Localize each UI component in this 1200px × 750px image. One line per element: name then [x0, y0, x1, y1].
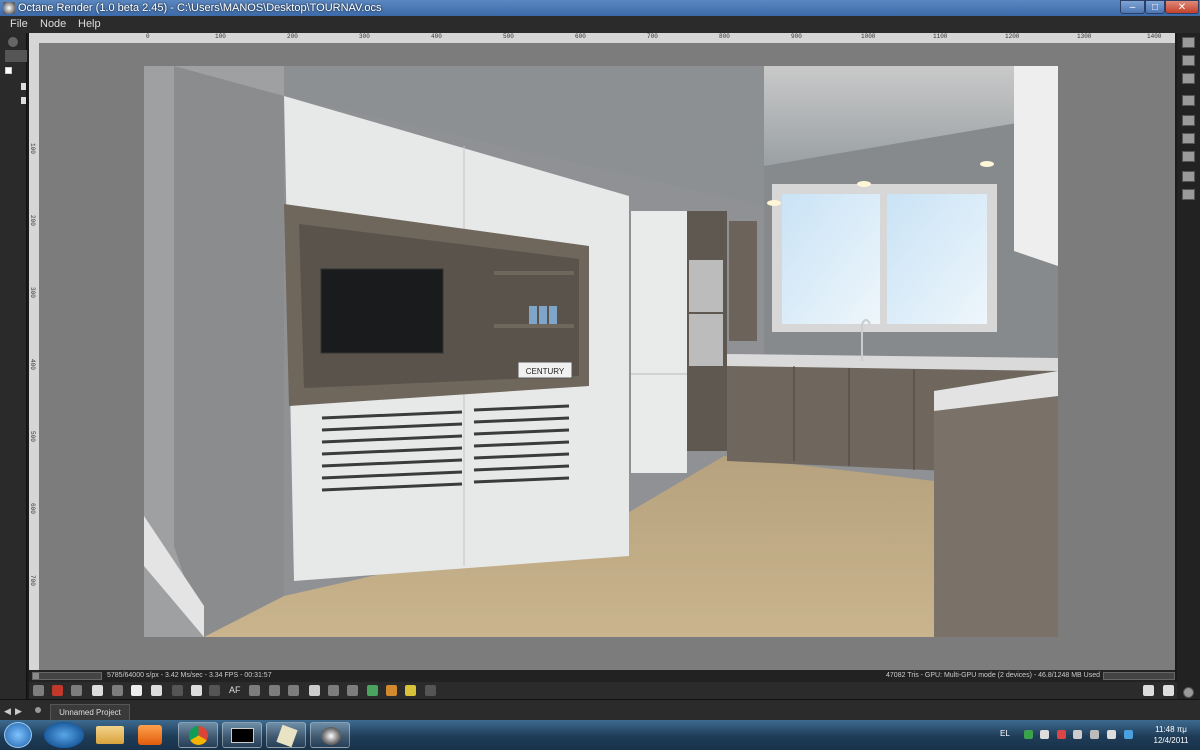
ruler-corner	[29, 33, 143, 43]
color-icon[interactable]	[1182, 115, 1195, 126]
focus-picker-icon[interactable]	[71, 685, 82, 696]
pause-icon[interactable]	[112, 685, 123, 696]
render-toolbar: AF	[29, 682, 1177, 699]
flag-icon[interactable]	[1057, 730, 1066, 739]
fullscreen-icon[interactable]	[1163, 685, 1174, 696]
checker-icon[interactable]	[328, 685, 339, 696]
octane-task[interactable]	[310, 722, 350, 748]
explorer-icon[interactable]	[96, 726, 124, 744]
render-stats: 5785/64000 s/px - 3.42 Ms/sec - 3.34 FPS…	[107, 672, 272, 679]
tray-monitor-icon[interactable]	[1073, 730, 1082, 739]
minimize-button[interactable]: –	[1120, 0, 1145, 14]
pencil-icon	[276, 724, 298, 748]
stop-render-icon[interactable]	[52, 685, 63, 696]
chrome-icon	[189, 726, 208, 745]
tree-node-icon[interactable]	[21, 83, 26, 90]
windows-taskbar: EL 11:48 πμ 12/4/2011	[0, 720, 1200, 750]
menu-help[interactable]: Help	[78, 18, 101, 30]
wrench-icon[interactable]	[1143, 685, 1154, 696]
dropbox-icon[interactable]	[1124, 730, 1133, 739]
sun-icon[interactable]	[405, 685, 416, 696]
status-bar: 5785/64000 s/px - 3.42 Ms/sec - 3.34 FPS…	[29, 670, 1175, 682]
window-title: Octane Render (1.0 beta 2.45) - C:\Users…	[18, 2, 382, 14]
memory-bar	[1103, 672, 1175, 680]
system-clock[interactable]: 11:48 πμ 12/4/2011	[1146, 724, 1196, 746]
lock-icon[interactable]	[425, 685, 436, 696]
panel-list-icon[interactable]	[1182, 133, 1195, 144]
ruler-icon[interactable]	[151, 685, 162, 696]
menu-node[interactable]: Node	[40, 18, 66, 30]
start-button[interactable]	[4, 722, 32, 748]
menu-file[interactable]: File	[10, 18, 28, 30]
shelf-box-label: CENTURY	[526, 367, 565, 376]
ruler-top: 0 100 200 300 400 500 600 700 800 900 10…	[143, 33, 1175, 43]
volume-icon[interactable]	[1107, 730, 1116, 739]
rewind-icon[interactable]	[92, 685, 103, 696]
octane-app-icon	[3, 2, 15, 14]
internet-explorer-icon[interactable]	[44, 722, 84, 748]
auto-focus-icon[interactable]	[172, 685, 183, 696]
render-progress-bar	[32, 672, 102, 680]
aperture-icon[interactable]	[347, 685, 358, 696]
display-settings-icon[interactable]	[1182, 95, 1195, 106]
chrome-task[interactable]	[178, 722, 218, 748]
panel-tab[interactable]	[5, 50, 27, 62]
tree-expand-icon[interactable]	[5, 67, 12, 74]
clock-date: 12/4/2011	[1153, 736, 1189, 745]
af-button[interactable]: AF	[229, 685, 241, 695]
tab-pin-icon[interactable]	[35, 707, 41, 713]
sphere-alt-icon[interactable]	[288, 685, 299, 696]
camera-settings-icon[interactable]	[1182, 37, 1195, 48]
refresh-icon[interactable]	[191, 685, 202, 696]
clock-time: 11:48 πμ	[1155, 725, 1187, 734]
maximize-button[interactable]: □	[1145, 0, 1165, 14]
tab-unnamed-project[interactable]: Unnamed Project	[50, 704, 130, 720]
close-button[interactable]: ✕	[1165, 0, 1199, 14]
gpu-stats: 47082 Tris - GPU: Multi-GPU mode (2 devi…	[886, 672, 1100, 679]
tab-scroll-left-icon[interactable]: ◀	[4, 706, 11, 717]
octane-icon	[321, 727, 341, 745]
duplicate-icon[interactable]	[1182, 151, 1195, 162]
tab-scroll-right-icon[interactable]: ▶	[15, 706, 22, 717]
ruler-left: 100 200 300 400 500 600 700	[29, 43, 39, 670]
network-tray-icon[interactable]	[1024, 730, 1033, 739]
menu-bar: File Node Help	[0, 16, 1200, 33]
grid-icon[interactable]	[1182, 189, 1195, 200]
tray-icon[interactable]	[1040, 730, 1049, 739]
display-icon[interactable]	[309, 685, 320, 696]
image-icon[interactable]	[1182, 171, 1195, 182]
tree-node-icon[interactable]	[21, 97, 26, 104]
layers-icon[interactable]	[1182, 55, 1195, 66]
right-tool-panel	[1177, 33, 1200, 705]
sphere-icon[interactable]	[269, 685, 280, 696]
notepad-task[interactable]	[266, 722, 306, 748]
eject-icon[interactable]	[1183, 687, 1194, 698]
play-icon[interactable]	[131, 685, 142, 696]
console-icon	[231, 728, 254, 743]
region-render-icon[interactable]	[33, 685, 44, 696]
language-indicator[interactable]: EL	[1000, 729, 1010, 738]
export-icon[interactable]	[367, 685, 378, 696]
media-player-icon[interactable]	[138, 725, 162, 745]
lights-icon[interactable]	[386, 685, 397, 696]
render-image[interactable]: CENTURY	[144, 66, 1058, 637]
cmd-task[interactable]	[222, 722, 262, 748]
node-graph-panel[interactable]	[0, 33, 27, 705]
camera-icon[interactable]	[249, 685, 260, 696]
kitchen-render: CENTURY	[144, 66, 1058, 637]
panel-pin-icon[interactable]	[8, 37, 18, 47]
window-title-bar[interactable]: Octane Render (1.0 beta 2.45) - C:\Users…	[0, 0, 1200, 16]
materials-icon[interactable]	[1182, 73, 1195, 84]
signal-icon[interactable]	[1090, 730, 1099, 739]
project-tab-bar: ◀ ▶	[0, 699, 1200, 720]
auto-icon[interactable]	[209, 685, 220, 696]
